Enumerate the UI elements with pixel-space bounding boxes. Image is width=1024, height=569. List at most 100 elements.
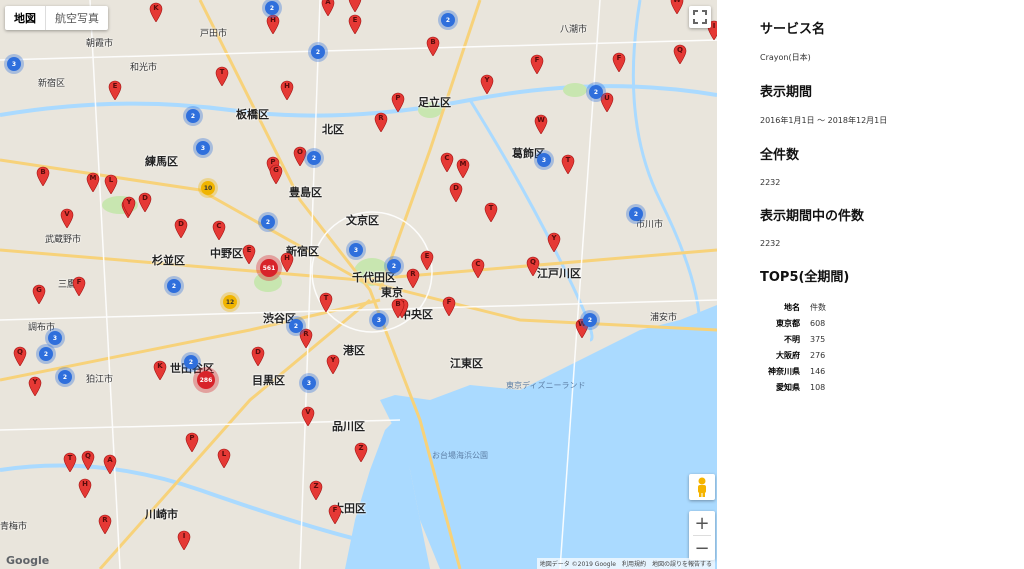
map-pin-marker[interactable]: Q xyxy=(81,450,95,471)
pin-letter: R xyxy=(303,330,309,338)
marker-cluster[interactable]: 2 xyxy=(307,151,321,165)
map-pin-marker[interactable]: T xyxy=(484,202,498,223)
map-pin-marker[interactable]: T xyxy=(319,292,333,313)
map-pin-marker[interactable]: T xyxy=(561,154,575,175)
street-view-pegman-button[interactable] xyxy=(689,474,715,500)
map-pin-marker[interactable]: R xyxy=(406,268,420,289)
map-pin-marker[interactable]: H xyxy=(78,478,92,499)
marker-cluster[interactable]: 2 xyxy=(289,319,303,333)
map-pin-marker[interactable]: Q xyxy=(13,346,27,367)
zoom-out-button[interactable]: − xyxy=(689,536,715,560)
marker-cluster[interactable]: 3 xyxy=(302,376,316,390)
map-pin-marker[interactable]: E xyxy=(348,14,362,35)
map-pin-marker[interactable]: C xyxy=(212,220,226,241)
map-pin-marker[interactable]: Y xyxy=(547,232,561,253)
map-pin-marker[interactable]: L xyxy=(217,448,231,469)
place-label: 新宿区 xyxy=(38,79,66,89)
map-pin-marker[interactable]: D xyxy=(251,346,265,367)
map-pin-marker[interactable]: B xyxy=(426,36,440,57)
marker-cluster[interactable]: 3 xyxy=(537,153,551,167)
map-pin-marker[interactable]: Y xyxy=(28,376,42,397)
map-pin-marker[interactable]: H xyxy=(266,14,280,35)
marker-cluster[interactable]: 10 xyxy=(201,181,215,195)
marker-cluster[interactable]: 2 xyxy=(589,85,603,99)
map-pin-marker[interactable]: Q xyxy=(673,44,687,65)
terms-link[interactable]: 利用規約 xyxy=(622,559,646,568)
map-pin-marker[interactable]: B xyxy=(391,298,405,319)
marker-cluster[interactable]: 3 xyxy=(7,57,21,71)
map-pin-marker[interactable]: L xyxy=(104,174,118,195)
map-pin-marker[interactable]: F xyxy=(442,296,456,317)
map-pin-marker[interactable]: E xyxy=(420,250,434,271)
map-pin-marker[interactable]: E xyxy=(242,244,256,265)
map-pin-marker[interactable]: N xyxy=(348,0,362,13)
marker-cluster[interactable]: 3 xyxy=(196,141,210,155)
marker-cluster[interactable]: 2 xyxy=(167,279,181,293)
map-pin-marker[interactable]: W xyxy=(534,114,548,135)
marker-cluster[interactable]: 2 xyxy=(583,313,597,327)
map-pin-marker[interactable]: W xyxy=(670,0,684,15)
map-view[interactable]: 新宿区 板橋区 足立区 北区 練馬区 豊島区 文京区 中野区 杉並区 新宿区 千… xyxy=(0,0,717,569)
map-pin-marker[interactable]: K xyxy=(153,360,167,381)
map-pin-marker[interactable]: F xyxy=(612,52,626,73)
map-pin-marker[interactable]: Y xyxy=(480,74,494,95)
map-pin-marker[interactable]: Y xyxy=(122,196,136,217)
map-pin-marker[interactable]: P xyxy=(185,432,199,453)
marker-cluster[interactable]: 3 xyxy=(349,243,363,257)
marker-cluster[interactable]: 286 xyxy=(197,371,215,389)
marker-cluster[interactable]: 2 xyxy=(184,355,198,369)
map-pin-marker[interactable]: F xyxy=(328,504,342,525)
column-header-area: 地名 xyxy=(784,303,800,312)
map-pin-marker[interactable]: Z xyxy=(354,442,368,463)
fullscreen-button[interactable] xyxy=(689,6,711,28)
map-pin-marker[interactable]: C xyxy=(440,152,454,173)
map-pin-marker[interactable]: F xyxy=(72,276,86,297)
map-pin-marker[interactable]: T xyxy=(63,452,77,473)
map-pin-marker[interactable]: T xyxy=(215,66,229,87)
marker-cluster[interactable]: 2 xyxy=(265,1,279,15)
marker-cluster[interactable]: 2 xyxy=(58,370,72,384)
map-type-satellite-button[interactable]: 航空写真 xyxy=(45,6,108,30)
marker-cluster[interactable]: 2 xyxy=(186,109,200,123)
map-pin-marker[interactable]: H xyxy=(280,252,294,273)
map-pin-marker[interactable]: V xyxy=(60,208,74,229)
map-pin-marker[interactable]: R xyxy=(98,514,112,535)
marker-cluster[interactable]: 561 xyxy=(260,259,278,277)
map-pin-marker[interactable]: G xyxy=(269,164,283,185)
marker-cluster[interactable]: 3 xyxy=(372,313,386,327)
map-pin-marker[interactable]: I xyxy=(177,530,191,551)
map-pin-marker[interactable]: O xyxy=(293,146,307,167)
marker-cluster[interactable]: 2 xyxy=(39,347,53,361)
marker-cluster[interactable]: 2 xyxy=(629,207,643,221)
map-pin-marker[interactable]: K xyxy=(149,2,163,23)
map-pin-marker[interactable]: D xyxy=(138,192,152,213)
marker-cluster[interactable]: 2 xyxy=(311,45,325,59)
marker-cluster[interactable]: 12 xyxy=(223,295,237,309)
marker-cluster[interactable]: 2 xyxy=(261,215,275,229)
map-pin-marker[interactable]: F xyxy=(530,54,544,75)
map-pin-marker[interactable]: C xyxy=(471,258,485,279)
map-type-map-button[interactable]: 地図 xyxy=(5,6,45,30)
map-pin-marker[interactable]: R xyxy=(299,328,313,349)
map-pin-marker[interactable]: P xyxy=(391,92,405,113)
map-pin-marker[interactable]: A xyxy=(103,454,117,475)
marker-cluster[interactable]: 2 xyxy=(387,259,401,273)
map-pin-marker[interactable]: D xyxy=(174,218,188,239)
map-pin-marker[interactable]: M xyxy=(456,158,470,179)
report-error-link[interactable]: 地図の誤りを報告する xyxy=(652,559,712,568)
map-pin-marker[interactable]: V xyxy=(301,406,315,427)
map-pin-marker[interactable]: R xyxy=(374,112,388,133)
marker-cluster[interactable]: 3 xyxy=(48,331,62,345)
map-pin-marker[interactable]: G xyxy=(32,284,46,305)
marker-cluster[interactable]: 2 xyxy=(441,13,455,27)
map-pin-marker[interactable]: Y xyxy=(326,354,340,375)
map-pin-marker[interactable]: Q xyxy=(526,256,540,277)
map-pin-marker[interactable]: E xyxy=(108,80,122,101)
map-pin-marker[interactable]: H xyxy=(280,80,294,101)
map-pin-marker[interactable]: Z xyxy=(309,480,323,501)
map-pin-marker[interactable]: A xyxy=(321,0,335,17)
map-pin-marker[interactable]: D xyxy=(449,182,463,203)
zoom-in-button[interactable]: + xyxy=(689,511,715,535)
map-pin-marker[interactable]: M xyxy=(86,172,100,193)
map-pin-marker[interactable]: B xyxy=(36,166,50,187)
